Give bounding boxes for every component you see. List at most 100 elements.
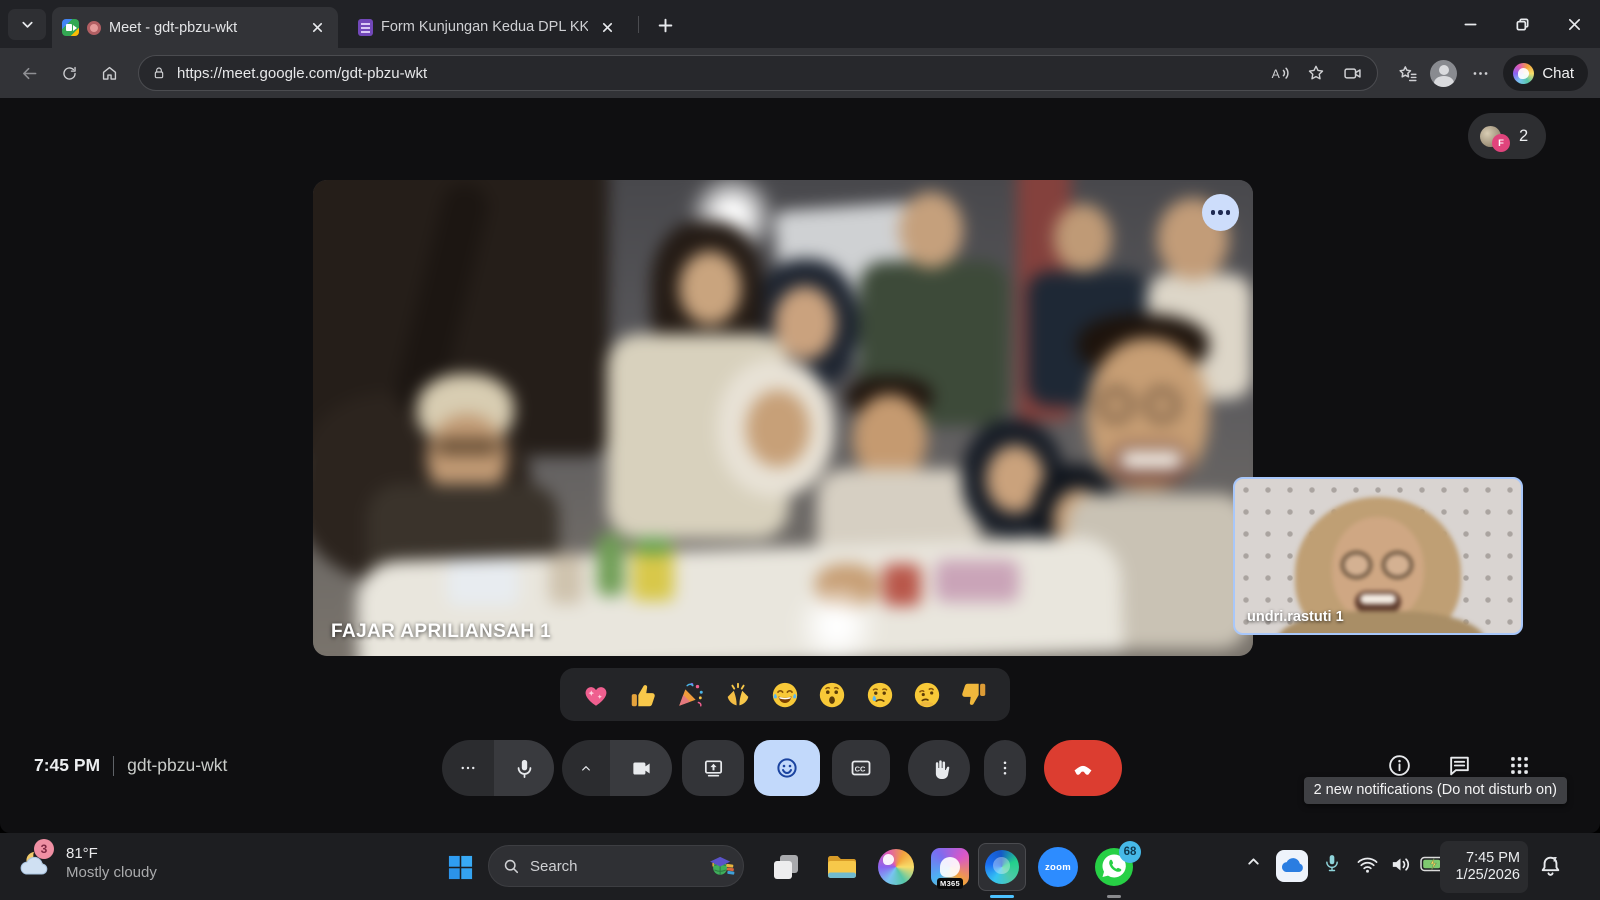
participants-count-pill[interactable]: F 2 (1468, 113, 1546, 159)
wifi-icon[interactable] (1356, 853, 1379, 876)
google-meet-page: F 2 (0, 98, 1600, 833)
notifications-tooltip: 2 new notifications (Do not disturb on) (1304, 777, 1567, 804)
copilot-app-button[interactable] (874, 845, 918, 889)
participant-name-label: FAJAR APRILIANSAH 1 (331, 621, 551, 643)
reaction-surprised-face-button[interactable] (814, 677, 850, 713)
refresh-button[interactable] (52, 56, 86, 90)
weather-widget[interactable]: 3 81°F Mostly cloudy (14, 842, 157, 884)
chevron-down-icon (20, 17, 35, 32)
tray-chevron-up[interactable] (1245, 853, 1262, 870)
raise-hand-icon (928, 757, 951, 780)
window-minimize-button[interactable] (1444, 0, 1496, 48)
reaction-thumbs-down-button[interactable] (956, 677, 992, 713)
settings-more-icon[interactable] (1463, 56, 1497, 90)
face-with-tears-of-joy-icon (770, 680, 800, 710)
window-close-button[interactable] (1548, 0, 1600, 48)
participant-avatar-letter: F (1492, 134, 1510, 152)
reaction-thinking-face-button[interactable] (909, 677, 945, 713)
onedrive-icon[interactable] (1274, 848, 1310, 884)
reactions-toggle-button[interactable] (754, 740, 820, 796)
present-screen-icon (702, 757, 725, 780)
window-controls (1444, 0, 1600, 48)
main-video-tile[interactable]: FAJAR APRILIANSAH 1 (313, 180, 1253, 656)
read-aloud-icon[interactable]: A (1269, 63, 1290, 84)
tab-close-button[interactable] (306, 17, 328, 39)
meeting-details-button[interactable] (1386, 752, 1413, 779)
address-bar[interactable]: https://meet.google.com/gdt-pbzu-wkt A (138, 55, 1378, 91)
activities-button[interactable] (1506, 752, 1533, 779)
plus-icon (657, 17, 674, 34)
call-controls: CC (442, 740, 1122, 796)
closed-captions-icon: CC (849, 756, 873, 780)
reaction-joy-face-button[interactable] (767, 677, 803, 713)
tab-close-button[interactable] (596, 16, 618, 38)
more-dots-icon (1211, 210, 1216, 215)
tab-search-button[interactable] (8, 9, 46, 40)
m365-copilot-button[interactable]: M365 (928, 845, 972, 889)
tile-options-button[interactable] (1202, 194, 1239, 231)
weather-temperature: 81°F (66, 845, 157, 862)
reaction-party-popper-button[interactable] (672, 677, 708, 713)
in-call-messages-button[interactable] (1446, 752, 1473, 779)
edge-active-frame[interactable] (978, 843, 1026, 891)
raise-hand-button[interactable] (908, 740, 970, 796)
more-vertical-icon (996, 759, 1014, 777)
divider (113, 756, 114, 776)
notifications-bell-dnd-icon[interactable]: z (1538, 853, 1563, 878)
windows-logo-icon (447, 854, 474, 881)
taskbar-search[interactable] (488, 845, 744, 887)
search-input[interactable] (530, 858, 697, 875)
self-video-tile[interactable]: undri.rastuti 1 (1233, 477, 1523, 635)
microphone-icon (513, 757, 536, 780)
whatsapp-badge: 68 (1119, 841, 1141, 863)
end-call-button[interactable] (1044, 740, 1122, 796)
thumbs-up-icon (628, 680, 658, 710)
thumbs-down-icon (959, 680, 989, 710)
favorites-hub-icon[interactable] (1390, 56, 1424, 90)
sparkling-heart-icon (581, 680, 611, 710)
edge-running-indicator (990, 895, 1014, 898)
window-restore-button[interactable] (1496, 0, 1548, 48)
new-tab-button[interactable] (650, 11, 680, 40)
zoom-app-button[interactable]: zoom (1036, 845, 1080, 889)
edge-icon (985, 850, 1019, 884)
search-highlight-icon (707, 852, 735, 880)
tray-microphone-icon[interactable] (1322, 853, 1342, 873)
file-explorer-button[interactable] (820, 845, 864, 889)
home-button[interactable] (92, 56, 126, 90)
mic-options-button[interactable] (442, 740, 494, 796)
svg-text:CC: CC (855, 764, 866, 773)
thinking-face-icon (912, 680, 942, 710)
reaction-clapping-hands-button[interactable] (720, 677, 756, 713)
tab-camera-in-use-icon[interactable] (1342, 63, 1363, 84)
tab-meet[interactable]: Meet - gdt-pbzu-wkt (52, 7, 338, 48)
volume-icon[interactable] (1389, 853, 1412, 876)
browser-toolbar: https://meet.google.com/gdt-pbzu-wkt A C… (0, 48, 1600, 98)
camera-button[interactable] (610, 740, 672, 796)
camera-options-button[interactable] (562, 740, 610, 796)
tab-title: Form Kunjungan Kedua DPL KKN ( (381, 19, 588, 35)
screen: Meet - gdt-pbzu-wkt Form Kunjungan Kedua… (0, 0, 1600, 900)
chevron-up-icon (578, 760, 594, 776)
present-screen-button[interactable] (682, 740, 744, 796)
copilot-icon (1513, 63, 1534, 84)
task-view-icon (770, 851, 802, 883)
start-button[interactable] (438, 845, 482, 889)
tab-forms[interactable]: Form Kunjungan Kedua DPL KKN ( (348, 11, 628, 43)
reaction-thumbs-up-button[interactable] (625, 677, 661, 713)
copilot-icon (878, 849, 914, 885)
task-view-button[interactable] (764, 845, 808, 889)
favorite-star-icon[interactable] (1306, 63, 1326, 83)
browser-profile-avatar[interactable] (1430, 60, 1457, 87)
captions-button[interactable]: CC (832, 740, 890, 796)
browser-tab-bar: Meet - gdt-pbzu-wkt Form Kunjungan Kedua… (0, 0, 1600, 48)
tray-clock[interactable]: 7:45 PM 1/25/2026 (1440, 841, 1528, 893)
back-button[interactable] (12, 56, 46, 90)
reaction-crying-face-button[interactable] (862, 677, 898, 713)
smiley-icon (775, 756, 799, 780)
more-options-button[interactable] (984, 740, 1026, 796)
search-icon (503, 858, 520, 875)
microphone-button[interactable] (494, 740, 554, 796)
reaction-sparkling-heart-button[interactable] (578, 677, 614, 713)
copilot-chat-button[interactable]: Chat (1503, 55, 1588, 91)
